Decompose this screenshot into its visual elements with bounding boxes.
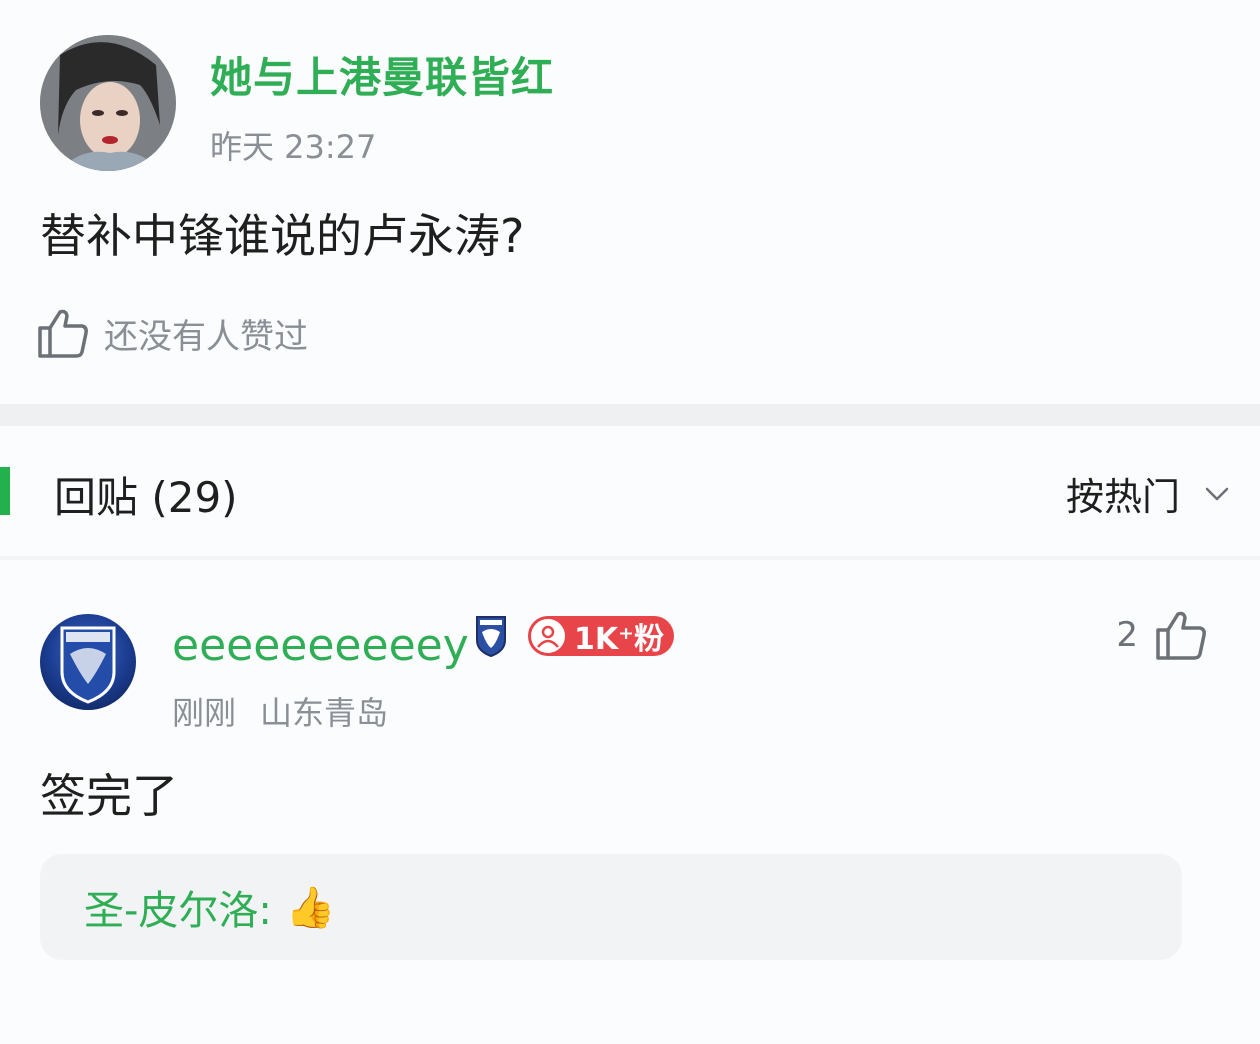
comment-content: 签完了 [40, 769, 178, 823]
commenter-avatar[interactable] [40, 614, 136, 710]
section-divider [0, 404, 1260, 426]
club-crest-icon [476, 616, 506, 658]
commenter-name[interactable]: eeeeeeeeeey [172, 620, 469, 671]
comment-item: eeeeeeeeeey 1K⁺粉 刚刚 山东青岛 2 签完了 圣-皮尔洛: 👍 [0, 560, 1260, 1044]
section-accent-bar [0, 467, 10, 515]
comment-location: 山东青岛 [260, 694, 389, 732]
chevron-down-icon [1205, 487, 1229, 500]
post-author-name[interactable]: 她与上港曼联皆红 [210, 44, 554, 105]
post-content: 替补中锋谁说的卢永涛? [40, 209, 525, 263]
comment-like-button[interactable]: 2 [1116, 608, 1208, 662]
replies-header: 回贴 (29) 按热门 [0, 426, 1260, 556]
post-like-button[interactable]: 还没有人赞过 [36, 305, 308, 361]
fans-count-badge: 1K⁺粉 [528, 616, 674, 657]
sub-reply-author[interactable]: 圣-皮尔洛: [84, 878, 272, 936]
sort-dropdown[interactable]: 按热门 [1066, 466, 1230, 521]
like-status-text: 还没有人赞过 [104, 316, 308, 357]
post-timestamp: 昨天 23:27 [210, 128, 377, 166]
thumbs-up-icon [38, 309, 88, 358]
post-card: 她与上港曼联皆红 昨天 23:27 替补中锋谁说的卢永涛? 还没有人赞过 [0, 0, 1260, 404]
sort-label: 按热门 [1065, 475, 1180, 519]
comment-meta: 刚刚 山东青岛 [172, 688, 388, 734]
fans-count-text: 1K⁺粉 [574, 622, 664, 657]
sub-reply-box[interactable]: 圣-皮尔洛: 👍 [40, 854, 1182, 960]
comment-timestamp: 刚刚 [172, 694, 237, 732]
replies-title: 回贴 (29) [54, 473, 238, 522]
thumbs-up-icon [1156, 611, 1206, 660]
thumbs-up-emoji-icon: 👍 [285, 884, 336, 931]
comment-like-count: 2 [1116, 615, 1138, 655]
post-author-avatar[interactable] [40, 35, 176, 171]
user-icon [528, 616, 568, 656]
